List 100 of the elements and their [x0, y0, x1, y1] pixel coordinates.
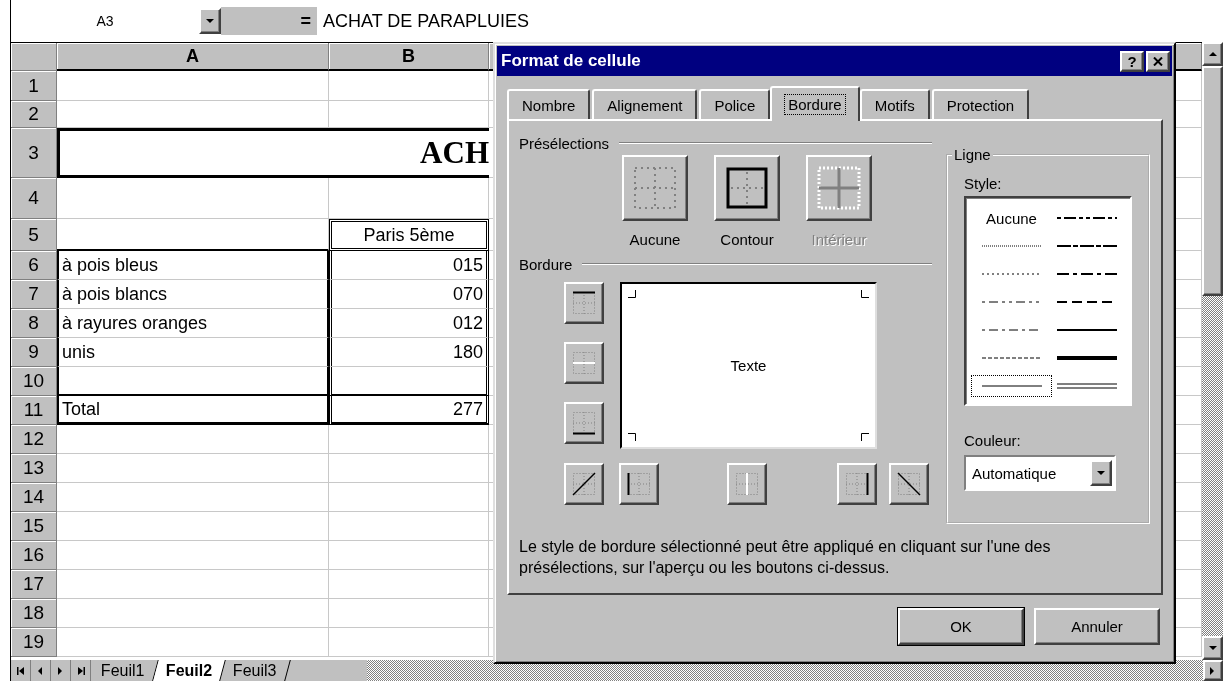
left-border-icon — [626, 471, 652, 497]
table-cell: à rayures oranges — [57, 309, 329, 338]
column-header[interactable]: A — [57, 43, 329, 71]
border-button[interactable] — [564, 463, 604, 505]
equals-sign[interactable]: = — [300, 10, 311, 32]
row-header[interactable]: 12 — [11, 425, 57, 454]
table-cell: 070 — [329, 280, 489, 309]
section-label: Bordure — [519, 255, 573, 273]
formula-field[interactable]: ACHAT DE PARAPLUIES — [317, 7, 1223, 35]
vertical-scrollbar[interactable] — [1202, 42, 1223, 660]
row-header[interactable]: 17 — [11, 570, 57, 599]
inner-border-icon — [817, 166, 861, 210]
section-label: Présélections — [519, 134, 610, 152]
sheet-tab[interactable]: Feuil2 — [152, 660, 226, 681]
scroll-down-button[interactable] — [1202, 636, 1223, 660]
row-header[interactable]: 4 — [11, 178, 57, 219]
tab[interactable]: Motifs — [859, 89, 930, 119]
title-cell: ACH — [57, 128, 489, 178]
row-header[interactable]: 2 — [11, 101, 57, 128]
tab[interactable]: Alignement — [592, 89, 698, 119]
style-label: Style: — [964, 175, 1003, 192]
line-style-list[interactable]: Aucune — [964, 196, 1132, 406]
row-header[interactable]: 15 — [11, 512, 57, 541]
row-header[interactable]: 6 — [11, 251, 57, 280]
table-cell: 012 — [329, 309, 489, 338]
preset-label: Contour — [720, 231, 774, 248]
bottom-border-icon — [571, 410, 597, 436]
preset-label: Intérieur — [811, 231, 867, 248]
last-icon — [75, 665, 86, 676]
row-header[interactable]: 7 — [11, 280, 57, 309]
border-button[interactable] — [564, 342, 604, 384]
sheet-tab[interactable]: Feuil3 — [220, 660, 291, 681]
tab[interactable]: Bordure — [770, 86, 860, 121]
row-header[interactable]: 8 — [11, 309, 57, 338]
top-border-icon — [571, 290, 597, 316]
group-label: Ligne — [953, 146, 992, 163]
line-style-option[interactable]: Aucune — [974, 210, 1049, 226]
row-header[interactable]: 13 — [11, 454, 57, 483]
dialog-button[interactable]: Annuler — [1034, 608, 1160, 645]
preview-text: Texte — [730, 357, 767, 374]
border-preview[interactable]: Texte — [620, 282, 877, 449]
row-header[interactable]: 18 — [11, 599, 57, 628]
column-header[interactable]: B — [329, 43, 489, 71]
row-header[interactable]: 10 — [11, 367, 57, 396]
line-pattern-icon — [1054, 380, 1119, 392]
close-button[interactable] — [1146, 50, 1170, 72]
border-button[interactable] — [619, 463, 659, 505]
color-dropdown[interactable]: Automatique — [964, 455, 1116, 491]
help-text: Le style de bordure sélectionné peut être appliqué en cliquant sur l'une des présélections, sur l'aperçu ou les boutons ci-dessus. — [519, 537, 1052, 578]
corner-mark — [628, 290, 636, 298]
name-box-dropdown-button[interactable] — [199, 8, 221, 34]
border-button[interactable] — [564, 402, 604, 444]
caret-up-icon — [1207, 49, 1218, 59]
border-button[interactable] — [727, 463, 767, 505]
first-icon — [15, 665, 26, 676]
dotted-grid-icon — [633, 166, 677, 210]
caret-down-icon — [1207, 643, 1218, 653]
diagonal-down-border-icon — [896, 471, 922, 497]
row-header[interactable]: 5 — [11, 219, 57, 251]
row-header[interactable]: 16 — [11, 541, 57, 570]
tab[interactable]: Nombre — [507, 89, 591, 119]
right-border-icon — [844, 471, 870, 497]
horizontal-inner-border-icon — [571, 350, 597, 376]
table-cell: Total — [57, 396, 329, 425]
outline-border-icon — [725, 166, 769, 210]
scroll-thumb[interactable] — [1202, 66, 1223, 296]
dialog-button[interactable]: OK — [898, 608, 1024, 645]
corner-mark — [861, 433, 869, 441]
row-header[interactable]: 11 — [11, 396, 57, 425]
help-button[interactable]: ? — [1120, 50, 1144, 72]
border-button[interactable] — [564, 282, 604, 324]
scroll-right-button[interactable] — [1203, 660, 1223, 681]
preset-button[interactable] — [622, 155, 688, 221]
dialog-title: Format de cellule — [501, 51, 642, 71]
caret-down-icon — [1096, 468, 1106, 478]
table-cell: à pois blancs — [57, 280, 329, 309]
table-cell: 180 — [329, 338, 489, 367]
row-header[interactable]: 14 — [11, 483, 57, 512]
row-header[interactable]: 19 — [11, 628, 57, 657]
close-icon — [1153, 56, 1163, 66]
row-header[interactable]: 9 — [11, 338, 57, 367]
row-header[interactable]: 3 — [11, 128, 57, 178]
corner-mark — [861, 290, 869, 298]
vertical-inner-border-icon — [734, 471, 760, 497]
corner-mark — [628, 433, 636, 441]
border-button[interactable] — [837, 463, 877, 505]
preset-button[interactable] — [714, 155, 780, 221]
scroll-up-button[interactable] — [1202, 42, 1223, 66]
preset-label: Aucune — [629, 231, 681, 248]
table-cell: 015 — [329, 251, 489, 280]
tab[interactable]: Protection — [931, 89, 1030, 119]
select-all-corner[interactable] — [11, 43, 57, 71]
row-header[interactable]: 1 — [11, 71, 57, 101]
color-label: Couleur: — [964, 432, 1022, 449]
table-cell: unis — [57, 338, 329, 367]
dropdown-button[interactable] — [1090, 460, 1112, 486]
caret-down-icon — [205, 16, 215, 26]
table-cell: Paris 5ème — [329, 219, 489, 251]
table-cell: à pois bleus — [57, 251, 329, 280]
border-button[interactable] — [889, 463, 929, 505]
